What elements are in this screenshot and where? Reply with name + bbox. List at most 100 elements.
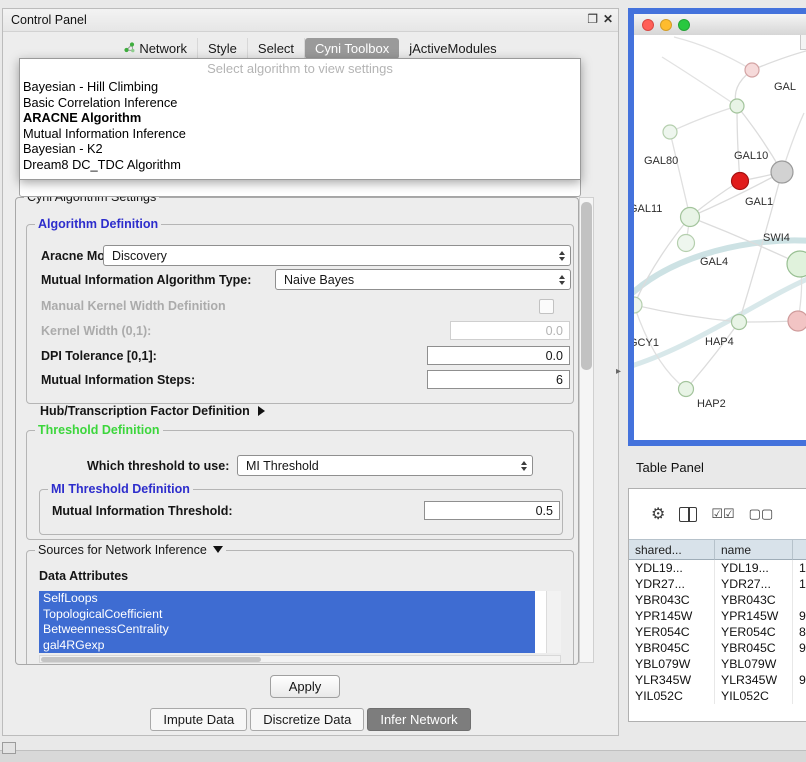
which-threshold-select[interactable]: MI Threshold bbox=[237, 455, 533, 476]
close-traffic-light[interactable] bbox=[642, 19, 654, 31]
tab-network[interactable]: Network bbox=[114, 38, 198, 59]
algorithm-option[interactable]: Basic Correlation Inference bbox=[20, 95, 580, 111]
network-scrollbar-button[interactable] bbox=[800, 35, 806, 50]
table-row[interactable]: YER054CYER054C8. bbox=[629, 624, 806, 640]
attribute-item[interactable]: BetweennessCentrality bbox=[39, 622, 535, 638]
table-row[interactable]: YBR045CYBR045C9. bbox=[629, 640, 806, 656]
manual-kernel-label: Manual Kernel Width Definition bbox=[41, 299, 226, 313]
table-row[interactable]: YIL052CYIL052C bbox=[629, 688, 806, 704]
network-node[interactable] bbox=[788, 311, 806, 331]
network-node[interactable] bbox=[679, 382, 694, 397]
network-node[interactable] bbox=[681, 208, 700, 227]
manual-kernel-checkbox[interactable] bbox=[539, 299, 554, 314]
algorithm-option[interactable]: Bayesian - K2 bbox=[20, 141, 580, 157]
table-row[interactable]: YDR27...YDR27...12 bbox=[629, 576, 806, 592]
mi-threshold-field[interactable]: 0.5 bbox=[424, 501, 560, 520]
algorithm-definition-title: Algorithm Definition bbox=[35, 217, 161, 231]
algorithm-option[interactable]: Dream8 DC_TDC Algorithm bbox=[20, 157, 580, 173]
table-row[interactable]: YPR145WYPR145W9. bbox=[629, 608, 806, 624]
network-node[interactable] bbox=[663, 125, 677, 139]
kernel-width-field[interactable]: 0.0 bbox=[450, 321, 570, 340]
algorithm-option[interactable]: ARACNE Algorithm bbox=[20, 110, 580, 126]
aracne-mode-select[interactable]: Discovery bbox=[103, 245, 571, 266]
mi-steps-field[interactable]: 6 bbox=[427, 370, 570, 389]
algorithm-option[interactable]: Bayesian - Hill Climbing bbox=[20, 79, 580, 95]
select-all-columns-icon[interactable]: ☑☑ bbox=[711, 506, 734, 522]
table-cell: YBR043C bbox=[715, 592, 793, 608]
network-node[interactable] bbox=[730, 99, 744, 113]
table-cell bbox=[793, 656, 806, 672]
table-cell: YBR043C bbox=[629, 592, 715, 608]
settings-scrollbar[interactable] bbox=[579, 197, 594, 663]
hub-definition-toggle[interactable]: Hub/Transcription Factor Definition bbox=[40, 404, 265, 418]
network-node[interactable] bbox=[634, 297, 642, 313]
gear-icon[interactable]: ⚙ bbox=[651, 504, 665, 524]
bottom-strip bbox=[0, 750, 806, 762]
collapsed-panel-icon[interactable] bbox=[2, 742, 16, 754]
column-header[interactable]: name bbox=[715, 539, 793, 560]
network-node-label: GAL1 bbox=[745, 196, 773, 208]
float-window-icon[interactable]: ❐ bbox=[587, 12, 598, 26]
settings-scrollbar-thumb[interactable] bbox=[581, 202, 592, 370]
columns-icon[interactable] bbox=[679, 507, 697, 522]
column-header[interactable]: shared... bbox=[629, 539, 715, 560]
hub-definition-label: Hub/Transcription Factor Definition bbox=[40, 404, 250, 418]
table-row[interactable]: YDL19...YDL19...13 bbox=[629, 560, 806, 576]
network-node[interactable] bbox=[678, 235, 695, 252]
mi-type-select[interactable]: Naive Bayes bbox=[275, 269, 571, 290]
kernel-width-value: 0.0 bbox=[546, 324, 563, 338]
threshold-definition-title: Threshold Definition bbox=[35, 423, 163, 437]
panel-splitter-handle[interactable]: ▸ bbox=[616, 366, 621, 377]
table-row[interactable]: YLR345WYLR345W9. bbox=[629, 672, 806, 688]
mi-steps-label: Mutual Information Steps: bbox=[41, 373, 195, 387]
network-node[interactable] bbox=[732, 315, 747, 330]
apply-button[interactable]: Apply bbox=[270, 675, 340, 698]
bottom-tab-infer-network[interactable]: Infer Network bbox=[367, 708, 470, 731]
tab-label: Network bbox=[139, 41, 187, 56]
network-canvas[interactable]: GALGAL80GAL10GAL11GAL1SWI4GAL4GCY1HAP4HA… bbox=[634, 35, 806, 440]
tab-select[interactable]: Select bbox=[248, 38, 305, 59]
deselect-all-columns-icon[interactable]: ▢▢ bbox=[749, 506, 774, 522]
list-vertical-scrollbar[interactable] bbox=[546, 591, 561, 653]
close-window-icon[interactable]: ✕ bbox=[603, 12, 613, 26]
mi-steps-value: 6 bbox=[556, 373, 563, 387]
zoom-traffic-light[interactable] bbox=[678, 19, 690, 31]
combo-arrows-icon bbox=[559, 275, 565, 285]
minimize-traffic-light[interactable] bbox=[660, 19, 672, 31]
algorithm-dropdown-popup: Select algorithm to view settings Bayesi… bbox=[19, 58, 581, 180]
table-row[interactable]: YBR043CYBR043C bbox=[629, 592, 806, 608]
screen: Control Panel ❐ ✕ NetworkStyleSelectCyni… bbox=[0, 0, 806, 762]
table-cell: YDL19... bbox=[629, 560, 715, 576]
expand-right-icon bbox=[258, 406, 265, 416]
network-node[interactable] bbox=[732, 173, 749, 190]
list-horizontal-scrollbar[interactable] bbox=[39, 655, 561, 663]
algorithm-option[interactable]: Mutual Information Inference bbox=[20, 126, 580, 142]
data-attributes-list: SelfLoopsTopologicalCoefficientBetweenne… bbox=[39, 591, 561, 653]
attribute-item[interactable]: SelfLoops bbox=[39, 591, 535, 607]
attribute-item[interactable]: TopologicalCoefficient bbox=[39, 607, 535, 623]
network-canvas-area[interactable]: GALGAL80GAL10GAL11GAL1SWI4GAL4GCY1HAP4HA… bbox=[634, 35, 806, 440]
sources-toggle[interactable]: Sources for Network Inference bbox=[35, 543, 226, 557]
table-row[interactable]: YBL079WYBL079W bbox=[629, 656, 806, 672]
network-tab-icon bbox=[124, 41, 135, 56]
network-edge bbox=[737, 106, 782, 172]
column-header[interactable] bbox=[793, 539, 806, 560]
tab-style[interactable]: Style bbox=[198, 38, 248, 59]
table-panel-title: Table Panel bbox=[636, 460, 704, 475]
bottom-tab-discretize-data[interactable]: Discretize Data bbox=[250, 708, 364, 731]
table-cell: 13 bbox=[793, 560, 806, 576]
network-node[interactable] bbox=[771, 161, 793, 183]
table-cell: YBL079W bbox=[629, 656, 715, 672]
collapse-down-icon bbox=[213, 546, 223, 553]
tab-cyni-toolbox[interactable]: Cyni Toolbox bbox=[305, 38, 399, 59]
bottom-tab-impute-data[interactable]: Impute Data bbox=[150, 708, 247, 731]
network-node[interactable] bbox=[745, 63, 759, 77]
network-node[interactable] bbox=[787, 251, 806, 277]
table-cell: YBL079W bbox=[715, 656, 793, 672]
network-edge bbox=[670, 106, 737, 132]
dpi-tolerance-field[interactable]: 0.0 bbox=[427, 346, 570, 365]
network-node-label: HAP4 bbox=[705, 336, 734, 348]
attribute-item[interactable]: gal4RGexp bbox=[39, 638, 535, 654]
table-cell: YER054C bbox=[629, 624, 715, 640]
tab-jactivemodules[interactable]: jActiveModules bbox=[399, 38, 506, 59]
